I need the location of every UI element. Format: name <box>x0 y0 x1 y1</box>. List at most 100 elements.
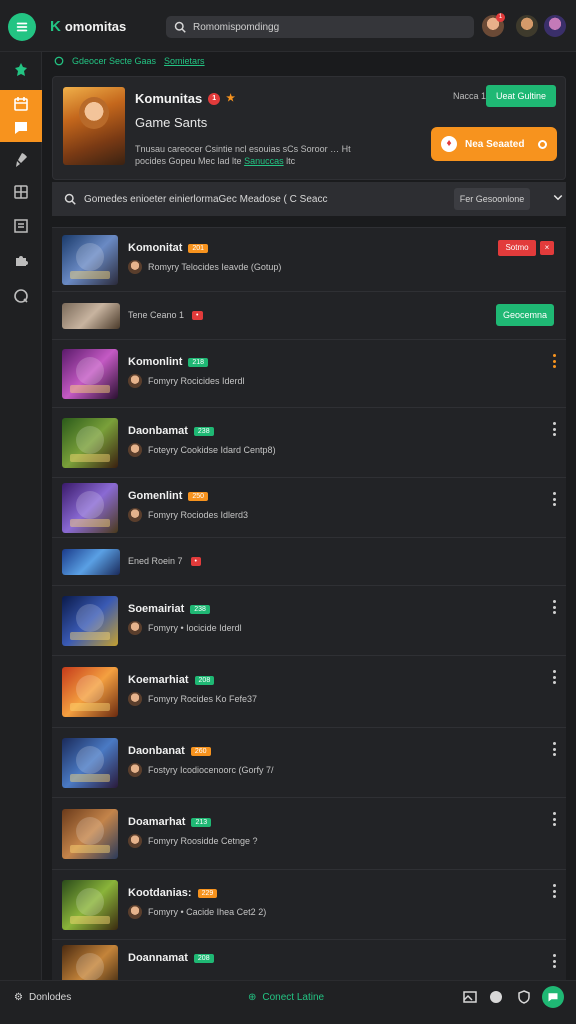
thumbnail[interactable] <box>62 303 120 329</box>
row-title[interactable]: Gomenlint 250 <box>128 490 209 502</box>
back-icon[interactable] <box>54 56 64 66</box>
kebab-dot <box>552 675 556 679</box>
downloads-link[interactable]: ⚙ Donlodes <box>14 992 71 1003</box>
row-title-text: Kootdanias: <box>128 887 192 899</box>
thumbnail[interactable] <box>62 418 118 468</box>
description-link[interactable]: Sanuccas <box>244 156 284 166</box>
thumbnail[interactable] <box>62 945 118 980</box>
row-title[interactable]: Doannamat 208 <box>128 952 214 964</box>
chevron-down-icon[interactable] <box>552 191 564 203</box>
thumbnail[interactable] <box>62 235 118 285</box>
list-item[interactable]: Daonbamat 238 Foteyry Cookidse Idard Centp… <box>52 408 566 478</box>
list-item[interactable]: Gomenlint 250 Fomyry Rociodes Idlerd3 <box>52 478 566 538</box>
thumbnail[interactable] <box>62 483 118 533</box>
row-title[interactable]: Komonlint 218 <box>128 356 209 368</box>
row-action-button[interactable]: Geocemna <box>496 304 554 326</box>
list-item[interactable]: Daonbanat 260 Fostyry Icodiocenoorc (Gorfy… <box>52 728 566 798</box>
row-title[interactable]: Soemairiat 238 <box>128 603 210 615</box>
avatar[interactable] <box>544 15 566 37</box>
avatar <box>128 692 142 706</box>
more-options-icon[interactable] <box>552 670 556 684</box>
row-title[interactable]: Doamarhat 213 <box>128 816 212 828</box>
row-subtitle-text: Fomyry Roosidde Cetnge ? <box>148 836 258 846</box>
row-subtitle: Fomyry Rocicides Iderdl <box>128 374 245 388</box>
list-item[interactable]: Koemarhiat 208 Fomyry Rocides Ko Fefe37 <box>52 656 566 728</box>
more-options-icon[interactable] <box>552 422 556 436</box>
avatar <box>128 260 142 274</box>
close-icon[interactable]: × <box>540 241 554 255</box>
gamepad-icon[interactable] <box>488 989 504 1005</box>
row-subtitle: Fomyry Rociodes Idlerd3 <box>128 508 248 522</box>
row-label-text: Ened Roein 7 <box>128 556 183 566</box>
doc-icon[interactable] <box>11 216 31 236</box>
thumbnail[interactable] <box>62 349 118 399</box>
thumbnail[interactable] <box>62 809 118 859</box>
more-options-icon[interactable] <box>552 884 556 898</box>
rocket-icon[interactable] <box>11 150 31 170</box>
brand-name: omomitas <box>64 19 127 34</box>
brand[interactable]: K omomitas <box>50 18 126 35</box>
row-subtitle-text: Fomyry • Cacide Ihea Cet2 2) <box>148 907 267 917</box>
row-action-button[interactable]: Sotmo <box>498 240 536 256</box>
row-subtitle: Fomyry • Cacide Ihea Cet2 2) <box>128 905 266 919</box>
menu-icon[interactable] <box>8 13 36 41</box>
kebab-dot <box>552 965 556 968</box>
avatar[interactable] <box>516 15 538 37</box>
thumbnail[interactable] <box>62 549 120 575</box>
filter-text[interactable]: Gomedes enioeter einierlormaGec Meadose … <box>84 194 327 205</box>
kebab-dot <box>552 605 556 609</box>
row-title-text: Komonlint <box>128 356 183 368</box>
row-title[interactable]: Daonbamat 238 <box>128 425 214 437</box>
primary-action-button[interactable]: ♦ Nea Seaated <box>431 127 557 161</box>
chat-icon[interactable] <box>11 118 31 138</box>
more-options-icon[interactable] <box>552 742 556 756</box>
help-icon[interactable] <box>11 286 31 306</box>
kebab-dot <box>552 884 556 887</box>
community-title-text: Komunitas <box>135 91 203 106</box>
more-options-icon[interactable] <box>552 954 556 968</box>
avatar <box>128 905 142 919</box>
puzzle-icon[interactable] <box>11 250 31 270</box>
list-item[interactable]: Komonitat 201 Romyry Telocides Ieavde (Got… <box>52 228 566 292</box>
grid-icon[interactable] <box>11 182 31 202</box>
thumbnail[interactable] <box>62 880 118 930</box>
search-input[interactable]: Romomispomdingg <box>166 16 474 38</box>
row-subtitle: Fostyry Icodiocenoorc (Gorfy 7/ <box>128 763 274 777</box>
filter-select[interactable]: Fer Gesoonlone <box>454 188 530 210</box>
chat-icon[interactable] <box>542 986 564 1008</box>
list-item[interactable]: Tene Ceano 1 • Geocemna <box>52 292 566 340</box>
list-item[interactable]: Doamarhat 213 Fomyry Roosidde Cetnge ? <box>52 798 566 870</box>
list-item[interactable]: Komonlint 218 Fomyry Rocicides Iderdl <box>52 340 566 408</box>
more-options-icon[interactable] <box>552 492 556 506</box>
kebab-dot <box>552 422 556 425</box>
row-title[interactable]: Kootdanias: 229 <box>128 887 218 899</box>
thumbnail[interactable] <box>62 667 118 717</box>
primary-action-label: Nea Seaated <box>465 138 525 150</box>
row-subtitle: Fomyry Roosidde Cetnge ? <box>128 834 258 848</box>
row-subtitle-text: Fomyry Rocides Ko Fefe37 <box>148 694 258 704</box>
row-subtitle-text: Romyry Telocides Ieavde (Gotup) <box>148 262 282 272</box>
breadcrumb-item[interactable]: Gdeocer Secte Gaas <box>72 56 156 66</box>
row-title[interactable]: Komonitat 201 <box>128 242 209 254</box>
connect-link[interactable]: ⊕ Conect Latine <box>248 992 324 1003</box>
list-item[interactable]: Kootdanias: 229 Fomyry • Cacide Ihea Cet2 … <box>52 870 566 940</box>
calendar-icon[interactable] <box>11 94 31 114</box>
image-icon[interactable] <box>462 989 478 1005</box>
breadcrumb-item[interactable]: Somietars <box>164 56 205 66</box>
thumbnail[interactable] <box>62 738 118 788</box>
more-options-icon[interactable] <box>552 354 556 368</box>
row-title-text: Komonitat <box>128 242 183 254</box>
shield-icon[interactable] <box>516 989 532 1005</box>
list-item[interactable]: Doannamat 208 <box>52 940 566 980</box>
kebab-dot <box>552 354 556 357</box>
row-title[interactable]: Koemarhiat 208 <box>128 674 215 686</box>
kebab-dot <box>552 503 556 506</box>
more-options-icon[interactable] <box>552 812 556 826</box>
online-button[interactable]: Ueat Gultine <box>486 85 556 107</box>
thumbnail[interactable] <box>62 596 118 646</box>
list-item[interactable]: Ened Roein 7 • <box>52 538 566 586</box>
row-title[interactable]: Daonbanat 260 <box>128 745 211 757</box>
more-options-icon[interactable] <box>552 600 556 614</box>
list-item[interactable]: Soemairiat 238 Fomyry • Iocicide Iderdl <box>52 586 566 656</box>
leaf-icon[interactable] <box>11 60 31 80</box>
